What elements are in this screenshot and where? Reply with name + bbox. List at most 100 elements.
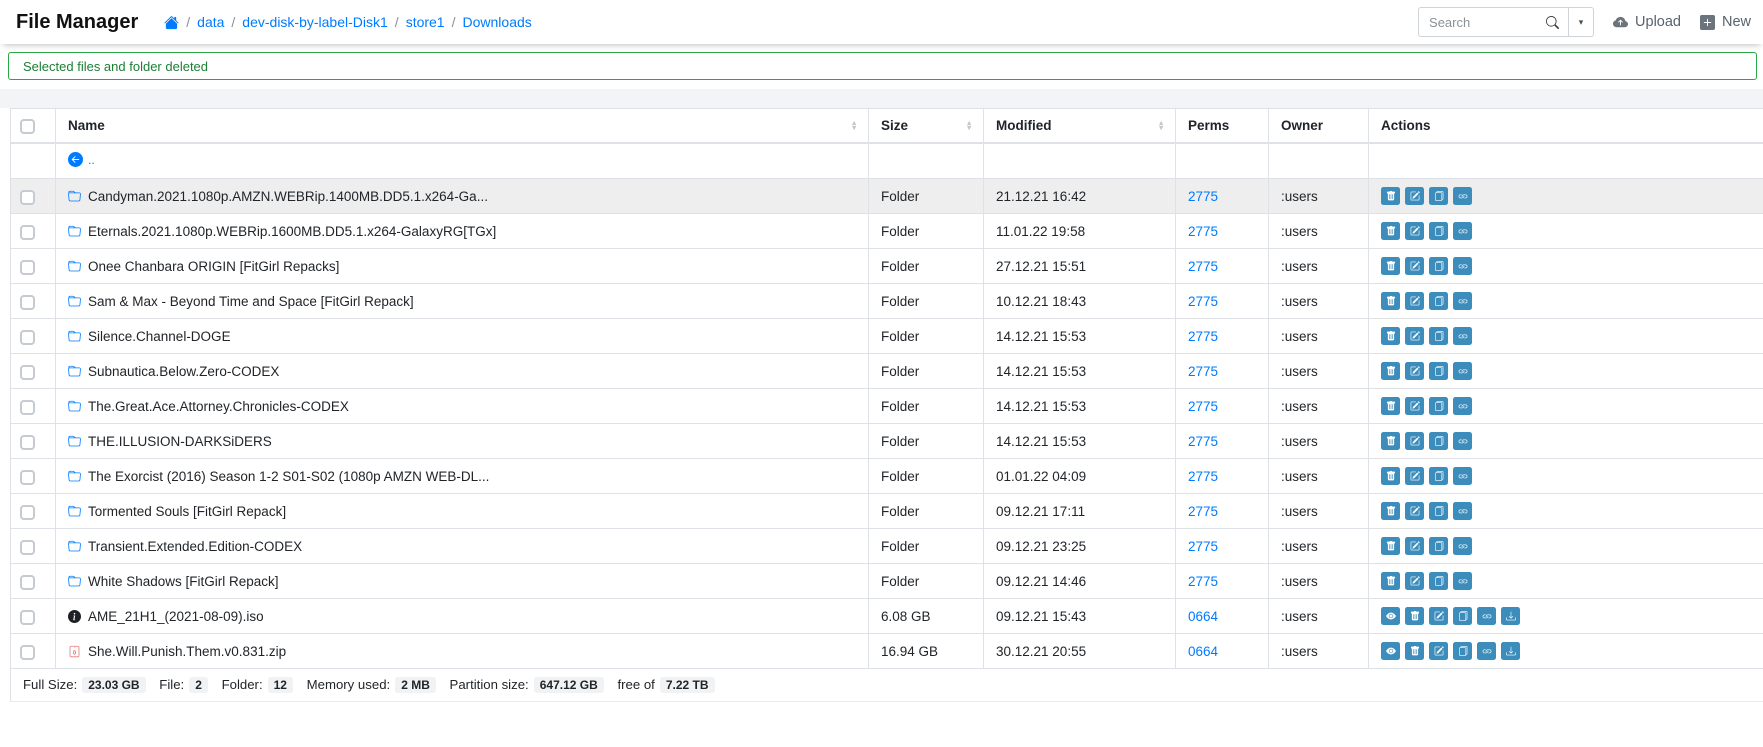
breadcrumb-link[interactable]: data	[197, 14, 224, 30]
copy-button[interactable]	[1429, 537, 1448, 555]
row-checkbox[interactable]	[20, 575, 35, 590]
perms-link[interactable]: 2775	[1188, 539, 1218, 554]
direct-link-button[interactable]	[1453, 432, 1472, 450]
delete-button[interactable]	[1381, 222, 1400, 240]
delete-button[interactable]	[1381, 187, 1400, 205]
perms-link[interactable]: 2775	[1188, 189, 1218, 204]
perms-link[interactable]: 2775	[1188, 259, 1218, 274]
copy-button[interactable]	[1453, 607, 1472, 625]
copy-button[interactable]	[1429, 432, 1448, 450]
perms-link[interactable]: 2775	[1188, 504, 1218, 519]
file-name-link[interactable]: She.Will.Punish.Them.v0.831.zip	[88, 644, 286, 659]
download-button[interactable]	[1501, 642, 1520, 660]
rename-button[interactable]	[1405, 222, 1424, 240]
rename-button[interactable]	[1405, 327, 1424, 345]
copy-button[interactable]	[1429, 502, 1448, 520]
row-checkbox[interactable]	[20, 365, 35, 380]
row-checkbox[interactable]	[20, 295, 35, 310]
direct-link-button[interactable]	[1453, 222, 1472, 240]
delete-button[interactable]	[1381, 327, 1400, 345]
rename-button[interactable]	[1405, 362, 1424, 380]
delete-button[interactable]	[1381, 432, 1400, 450]
rename-button[interactable]	[1405, 397, 1424, 415]
perms-link[interactable]: 2775	[1188, 294, 1218, 309]
delete-button[interactable]	[1405, 642, 1424, 660]
delete-button[interactable]	[1381, 257, 1400, 275]
delete-button[interactable]	[1381, 572, 1400, 590]
direct-link-button[interactable]	[1453, 327, 1472, 345]
perms-link[interactable]: 0664	[1188, 609, 1218, 624]
copy-button[interactable]	[1429, 222, 1448, 240]
perms-link[interactable]: 2775	[1188, 469, 1218, 484]
direct-link-button[interactable]	[1453, 397, 1472, 415]
search-options-button[interactable]: ▾	[1569, 7, 1594, 37]
perms-link[interactable]: 2775	[1188, 399, 1218, 414]
perms-link[interactable]: 2775	[1188, 329, 1218, 344]
row-checkbox[interactable]	[20, 540, 35, 555]
search-input[interactable]	[1419, 15, 1537, 30]
row-checkbox[interactable]	[20, 400, 35, 415]
copy-button[interactable]	[1429, 362, 1448, 380]
delete-button[interactable]	[1381, 502, 1400, 520]
perms-link[interactable]: 2775	[1188, 364, 1218, 379]
row-checkbox[interactable]	[20, 505, 35, 520]
select-all-checkbox[interactable]	[20, 119, 35, 134]
download-button[interactable]	[1501, 607, 1520, 625]
file-name-link[interactable]: Tormented Souls [FitGirl Repack]	[88, 504, 286, 519]
row-checkbox[interactable]	[20, 260, 35, 275]
direct-link-button[interactable]	[1453, 467, 1472, 485]
direct-link-button[interactable]	[1453, 572, 1472, 590]
row-checkbox[interactable]	[20, 610, 35, 625]
perms-link[interactable]: 2775	[1188, 574, 1218, 589]
copy-button[interactable]	[1429, 187, 1448, 205]
delete-button[interactable]	[1405, 607, 1424, 625]
home-breadcrumb-link[interactable]	[164, 15, 179, 30]
rename-button[interactable]	[1405, 432, 1424, 450]
direct-link-button[interactable]	[1453, 187, 1472, 205]
copy-button[interactable]	[1429, 257, 1448, 275]
rename-button[interactable]	[1405, 187, 1424, 205]
direct-link-button[interactable]	[1453, 257, 1472, 275]
row-checkbox[interactable]	[20, 435, 35, 450]
breadcrumb-link[interactable]: dev-disk-by-label-Disk1	[242, 14, 388, 30]
parent-dir-link[interactable]: ..	[68, 152, 95, 167]
rename-button[interactable]	[1405, 292, 1424, 310]
rename-button[interactable]	[1405, 537, 1424, 555]
new-item-button[interactable]: New	[1700, 14, 1751, 30]
copy-button[interactable]	[1429, 292, 1448, 310]
direct-link-button[interactable]	[1453, 502, 1472, 520]
column-header-size[interactable]: Size ▴▾	[869, 109, 984, 144]
file-name-link[interactable]: Silence.Channel-DOGE	[88, 329, 231, 344]
row-checkbox[interactable]	[20, 645, 35, 660]
row-checkbox[interactable]	[20, 470, 35, 485]
preview-button[interactable]	[1381, 642, 1400, 660]
delete-button[interactable]	[1381, 292, 1400, 310]
column-header-modified[interactable]: Modified ▴▾	[984, 109, 1176, 144]
copy-button[interactable]	[1429, 397, 1448, 415]
file-name-link[interactable]: Onee Chanbara ORIGIN [FitGirl Repacks]	[88, 259, 339, 274]
copy-button[interactable]	[1429, 572, 1448, 590]
delete-button[interactable]	[1381, 537, 1400, 555]
delete-button[interactable]	[1381, 362, 1400, 380]
perms-link[interactable]: 0664	[1188, 644, 1218, 659]
rename-button[interactable]	[1429, 607, 1448, 625]
search-button[interactable]	[1537, 16, 1568, 29]
perms-link[interactable]: 2775	[1188, 224, 1218, 239]
direct-link-button[interactable]	[1453, 362, 1472, 380]
delete-button[interactable]	[1381, 397, 1400, 415]
preview-button[interactable]	[1381, 607, 1400, 625]
delete-button[interactable]	[1381, 467, 1400, 485]
file-name-link[interactable]: The Exorcist (2016) Season 1-2 S01-S02 (…	[88, 469, 489, 484]
direct-link-button[interactable]	[1477, 607, 1496, 625]
file-name-link[interactable]: Eternals.2021.1080p.WEBRip.1600MB.DD5.1.…	[88, 224, 496, 239]
row-checkbox[interactable]	[20, 330, 35, 345]
file-name-link[interactable]: Transient.Extended.Edition-CODEX	[88, 539, 302, 554]
direct-link-button[interactable]	[1453, 292, 1472, 310]
breadcrumb-link[interactable]: store1	[406, 14, 445, 30]
upload-button[interactable]: Upload	[1613, 14, 1681, 30]
direct-link-button[interactable]	[1453, 537, 1472, 555]
copy-button[interactable]	[1429, 467, 1448, 485]
file-name-link[interactable]: White Shadows [FitGirl Repack]	[88, 574, 279, 589]
file-name-link[interactable]: THE.ILLUSION-DARKSiDERS	[88, 434, 272, 449]
row-checkbox[interactable]	[20, 225, 35, 240]
